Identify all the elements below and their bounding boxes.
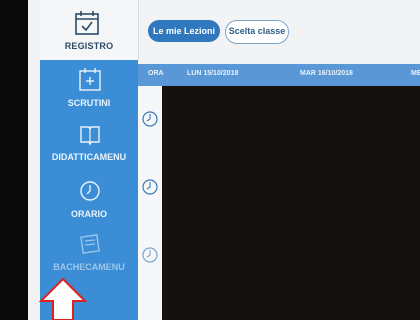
column-header-ora: ORA [148, 70, 164, 77]
clock-icon [142, 247, 158, 263]
sidebar-item-bachecamenu[interactable]: BACHECAMENU [40, 228, 138, 282]
clock-icon [142, 111, 158, 127]
sidebar-item-label: ORARIO [71, 209, 107, 219]
book-icon [80, 126, 100, 146]
sidebar-item-label: REGISTRO [64, 41, 114, 51]
sidebar-item-orario[interactable]: ORARIO [40, 175, 138, 229]
tab-scelta-classe[interactable]: Scelta classe [225, 20, 289, 44]
schedule-grid-occluded [162, 86, 420, 320]
sidebar-item-label: DIDATTICAMENU [51, 152, 127, 162]
sidebar: REGISTRO SCRUTINI DIDATTICAMENU ORARIO B… [40, 0, 139, 320]
sidebar-item-label: SCRUTINI [67, 98, 111, 108]
sidebar-item-registro[interactable]: REGISTRO [40, 0, 139, 60]
tab-le-mie-lezioni[interactable]: Le mie Lezioni [148, 20, 220, 42]
calendar-check-icon [75, 11, 99, 35]
clock-icon [80, 181, 100, 201]
calendar-plus-icon [79, 68, 101, 91]
schedule-header: ORA LUN 15/10/2018 MAR 16/10/2018 ME [138, 64, 420, 86]
sidebar-item-label: BACHECAMENU [53, 262, 125, 272]
column-header-day: MAR 16/10/2018 [300, 70, 353, 77]
clock-icon [142, 179, 158, 195]
top-toolbar: Le mie Lezioni Scelta classe [138, 14, 420, 54]
column-header-day: ME [411, 70, 420, 77]
hour-column [138, 86, 162, 320]
up-arrow-icon [38, 277, 88, 320]
sidebar-item-didatticamenu[interactable]: DIDATTICAMENU [40, 118, 138, 172]
column-header-day: LUN 15/10/2018 [187, 70, 239, 77]
bulletin-icon [80, 234, 100, 254]
app-screen: REGISTRO SCRUTINI DIDATTICAMENU ORARIO B… [28, 0, 420, 320]
sidebar-item-scrutini[interactable]: SCRUTINI [40, 64, 138, 118]
